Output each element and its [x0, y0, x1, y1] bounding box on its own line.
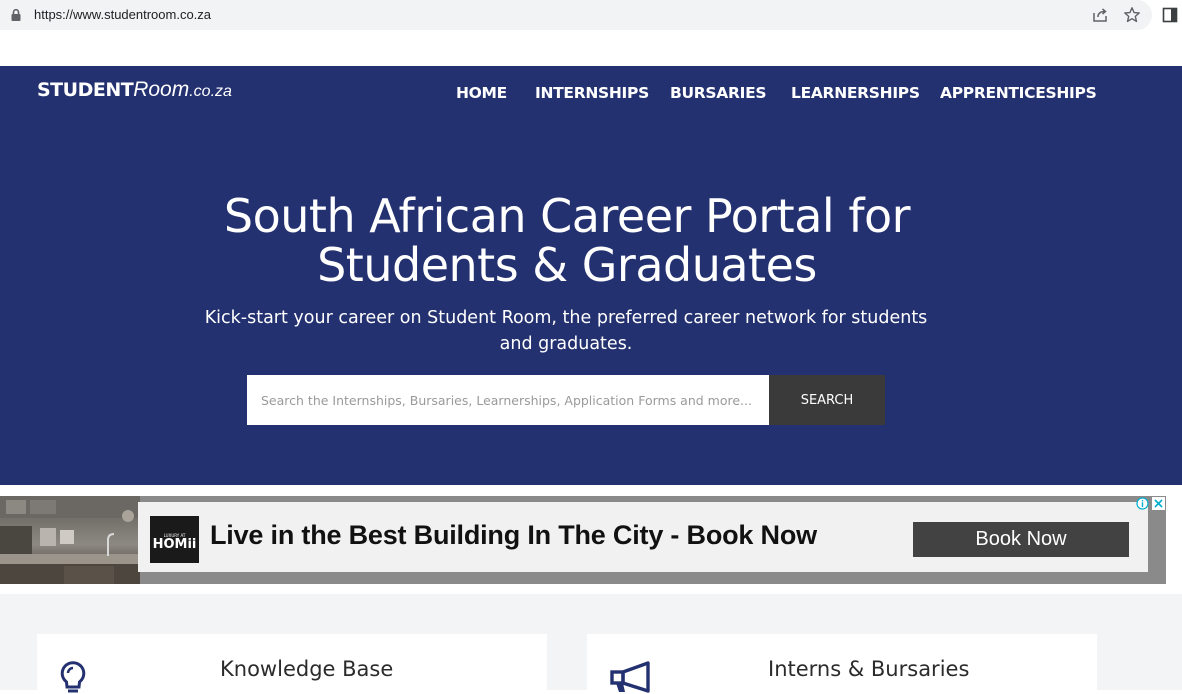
ad-banner[interactable]: LUXURY AT HOMii Live in the Best Buildin… — [0, 496, 1166, 584]
hero-section: STUDENTRoom.co.za HOME INTERNSHIPS BURSA… — [0, 66, 1182, 485]
card-title[interactable]: Interns & Bursaries — [768, 657, 969, 681]
nav-apprenticeships[interactable]: APPRENTICESHIPS — [940, 84, 1097, 102]
features-section: Knowledge Base Interns & Bursaries — [0, 594, 1182, 694]
site-logo[interactable]: STUDENTRoom.co.za — [37, 78, 232, 102]
side-panel-icon[interactable] — [1162, 7, 1178, 23]
star-icon[interactable] — [1123, 6, 1141, 24]
title-line-1: South African Career Portal for — [223, 189, 911, 243]
logo-room: Room — [133, 78, 190, 101]
browser-toolbar: https://www.studentroom.co.za — [0, 0, 1182, 31]
close-icon[interactable] — [1152, 497, 1165, 510]
page-title: South African Career Portal for Students… — [0, 192, 1134, 290]
card-interns-bursaries[interactable]: Interns & Bursaries — [587, 634, 1097, 694]
ad-headline[interactable]: Live in the Best Building In The City - … — [210, 520, 817, 551]
title-line-2: Students & Graduates — [317, 238, 817, 292]
address-bar[interactable]: https://www.studentroom.co.za — [0, 0, 1152, 30]
logo-domain: .co.za — [189, 83, 232, 100]
share-icon[interactable] — [1091, 7, 1109, 23]
homii-logo: LUXURY AT HOMii — [150, 516, 199, 563]
nav-home[interactable]: HOME — [456, 84, 507, 102]
ad-logo-brand: HOMii — [152, 537, 197, 552]
card-knowledge-base[interactable]: Knowledge Base — [37, 634, 547, 694]
nav-internships[interactable]: INTERNSHIPS — [535, 84, 649, 102]
megaphone-icon — [610, 661, 650, 693]
ad-card[interactable]: LUXURY AT HOMii Live in the Best Buildin… — [138, 502, 1148, 572]
logo-student: STUDENT — [37, 79, 134, 101]
hero-subtitle: Kick-start your career on Student Room, … — [204, 308, 928, 354]
url-text[interactable]: https://www.studentroom.co.za — [34, 7, 211, 22]
search-input[interactable] — [247, 375, 769, 425]
book-now-button[interactable]: Book Now — [913, 522, 1129, 557]
nav-learnerships[interactable]: LEARNERSHIPS — [791, 84, 920, 102]
lightbulb-icon — [60, 661, 86, 693]
ad-kitchen-image[interactable] — [0, 496, 140, 584]
nav-bursaries[interactable]: BURSARIES — [670, 84, 767, 102]
card-title[interactable]: Knowledge Base — [220, 657, 393, 681]
adchoices-icon[interactable] — [1136, 497, 1149, 510]
search-button[interactable]: SEARCH — [769, 375, 885, 425]
lock-icon[interactable] — [10, 8, 22, 22]
